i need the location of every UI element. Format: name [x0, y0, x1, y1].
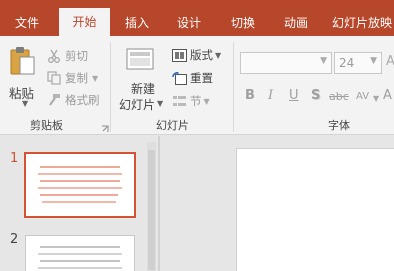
layout-button[interactable]: 版式 ▼	[171, 45, 221, 65]
layout-label: 版式	[190, 48, 213, 62]
underline-button[interactable]: U	[289, 88, 299, 103]
tab-home[interactable]: 开始	[59, 8, 110, 36]
group-divider	[233, 42, 234, 132]
chevron-down-icon: ▼	[203, 96, 210, 106]
clipboard-group-label: 剪贴板	[30, 119, 63, 132]
new-slide-button[interactable]: 新建 幻灯片 ▼	[117, 46, 164, 112]
thumbnail-text-line	[40, 246, 120, 248]
paste-button[interactable]: 粘贴 ▼	[5, 44, 39, 108]
chevron-down-icon: ▼	[22, 99, 29, 108]
font-size-value: 24	[339, 56, 355, 70]
section-icon	[171, 93, 187, 109]
slide-thumbnail-2[interactable]	[25, 235, 135, 271]
tab-file[interactable]: 文件	[0, 0, 54, 36]
slides-group-label: 幻灯片	[156, 119, 189, 132]
chevron-down-icon: ▼	[92, 73, 99, 83]
slide-canvas[interactable]	[236, 148, 394, 271]
new-slide-icon	[126, 48, 154, 77]
copy-icon	[46, 70, 62, 86]
section-label: 节	[190, 94, 202, 108]
font-name-combobox[interactable]: ▼	[240, 52, 332, 74]
grow-font-icon[interactable]: A	[386, 54, 394, 69]
thumbnail-text-line	[42, 201, 116, 203]
copy-label: 复制	[65, 71, 88, 85]
change-case-button[interactable]: A	[383, 88, 392, 103]
chevron-down-icon: ▼	[215, 50, 222, 60]
copy-button[interactable]: 复制 ▼	[46, 68, 98, 88]
slide-number: 1	[10, 151, 19, 166]
thumbnail-text-line	[38, 253, 122, 255]
group-divider	[110, 42, 111, 132]
powerpoint-window: 文件 开始 插入 设计 切换 动画 幻灯片放映 粘贴 ▼ 剪切 复制 ▼ 格式刷…	[0, 0, 394, 271]
ribbon-home: 粘贴 ▼ 剪切 复制 ▼ 格式刷 剪贴板 新建 幻灯片 ▼ 版式 ▼ 重置 节 …	[0, 36, 394, 135]
thumbnail-scrollbar-thumb[interactable]	[148, 150, 155, 270]
chevron-down-icon: ▼	[370, 56, 377, 66]
reset-button[interactable]: 重置	[171, 68, 213, 88]
chevron-down-icon: ▼	[320, 56, 327, 66]
italic-button[interactable]: I	[268, 88, 273, 103]
format-painter-label: 格式刷	[65, 93, 100, 107]
tab-slideshow[interactable]: 幻灯片放映	[332, 0, 394, 36]
font-size-combobox[interactable]: 24 ▼	[334, 52, 382, 74]
thumbnail-text-line	[40, 260, 120, 262]
text-shadow-button[interactable]: S	[311, 88, 320, 103]
cut-button[interactable]: 剪切	[46, 46, 88, 66]
character-spacing-button[interactable]: AV	[356, 91, 369, 102]
thumbnail-text-line	[38, 267, 122, 269]
paintbrush-icon	[46, 92, 62, 108]
bold-button[interactable]: B	[245, 88, 255, 103]
thumbnail-text-line	[38, 187, 122, 189]
tab-design[interactable]: 设计	[166, 0, 212, 36]
thumbnail-text-line	[40, 180, 120, 182]
scissors-icon	[46, 48, 62, 64]
new-slide-label-line1: 新建	[131, 82, 156, 96]
dialog-launcher-icon[interactable]	[101, 122, 109, 136]
layout-icon	[171, 47, 187, 63]
tab-transitions[interactable]: 切换	[220, 0, 266, 36]
reset-label: 重置	[190, 71, 213, 85]
thumbnail-text-line	[40, 194, 118, 196]
cut-label: 剪切	[65, 49, 88, 63]
tab-animations[interactable]: 动画	[273, 0, 319, 36]
chevron-down-icon: ▼	[157, 99, 164, 108]
chevron-down-icon: ▼	[373, 94, 380, 103]
format-painter-button[interactable]: 格式刷	[46, 90, 100, 110]
new-slide-label-line2: 幻灯片	[119, 98, 156, 112]
slide-thumbnail-1[interactable]	[24, 152, 136, 218]
thumbnail-text-line	[38, 173, 122, 175]
font-group-label: 字体	[328, 119, 350, 132]
section-button[interactable]: 节 ▼	[171, 91, 210, 111]
thumbnail-text-line	[40, 166, 120, 168]
tab-insert[interactable]: 插入	[114, 0, 160, 36]
paste-icon	[10, 46, 36, 79]
reset-icon	[171, 70, 187, 86]
strikethrough-button[interactable]: abc	[329, 90, 349, 103]
ribbon-tab-bar: 文件 开始 插入 设计 切换 动画 幻灯片放映	[0, 0, 394, 36]
slide-number: 2	[10, 232, 19, 247]
